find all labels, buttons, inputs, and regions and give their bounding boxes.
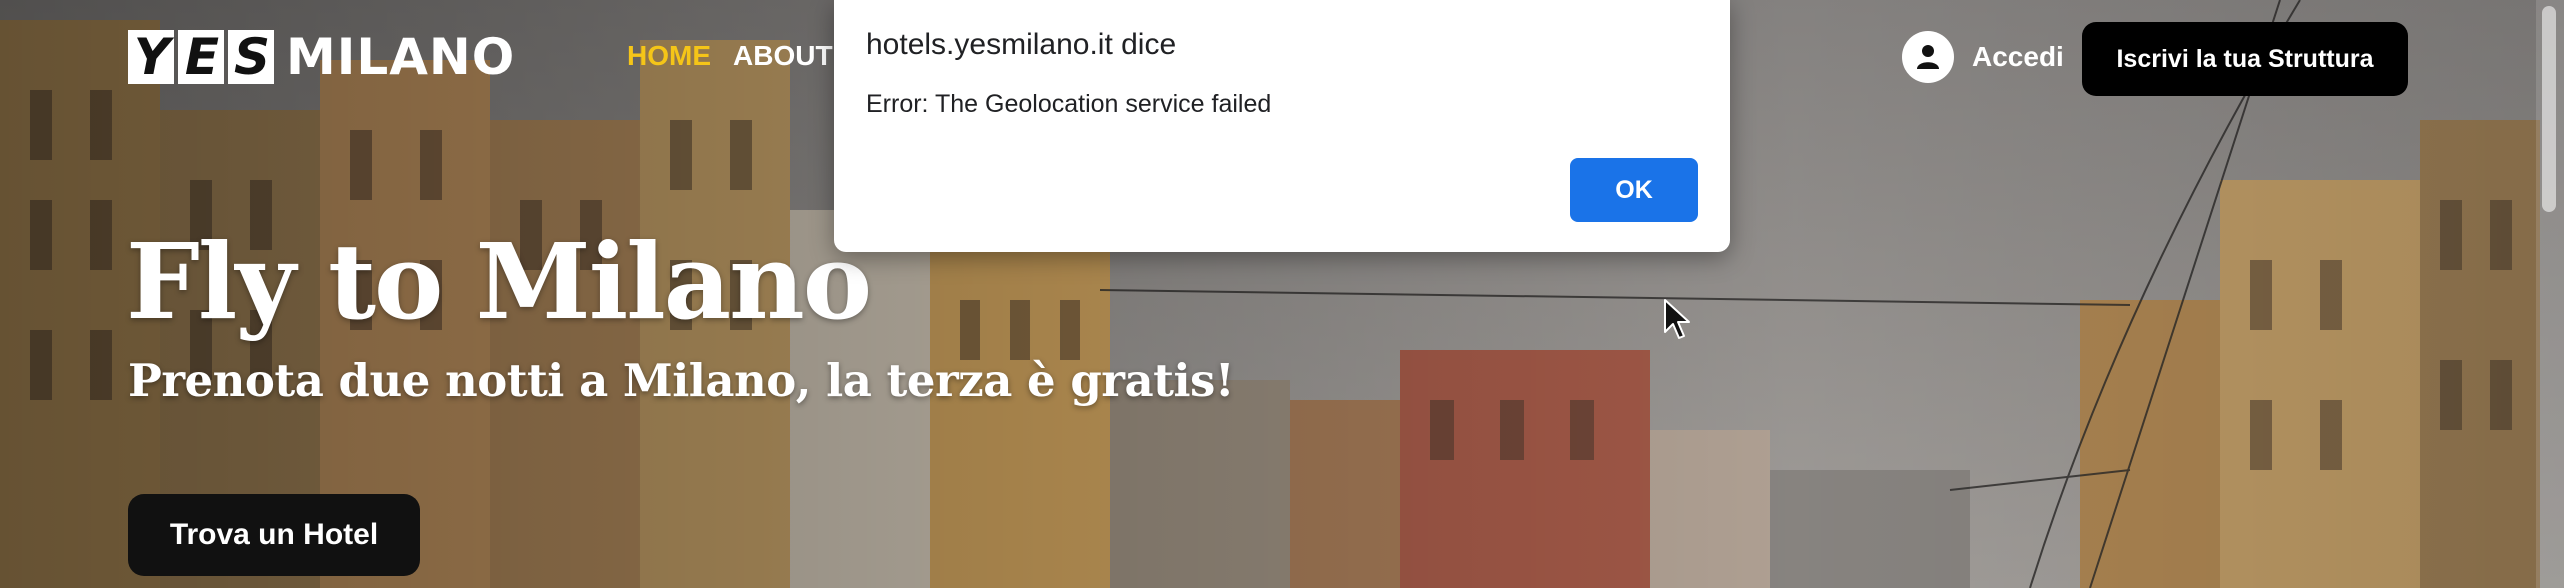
- main-nav: HOME ABOUT: [627, 40, 833, 72]
- scrollbar-thumb[interactable]: [2542, 6, 2556, 212]
- hero-subtitle: Prenota due notti a Milano, la terza è g…: [128, 354, 1235, 407]
- hero-title: Fly to Milano: [126, 220, 872, 343]
- alert-message: Error: The Geolocation service failed: [866, 90, 1272, 118]
- logo-text: MILANO: [286, 28, 516, 86]
- alert-origin: hotels.yesmilano.it dice: [866, 28, 1177, 61]
- page-scrollbar[interactable]: [2536, 0, 2564, 588]
- nav-about-link[interactable]: ABOUT: [733, 40, 833, 72]
- find-hotel-button[interactable]: Trova un Hotel: [128, 494, 420, 576]
- logo-letter-e: E: [178, 28, 224, 86]
- nav-home-link[interactable]: HOME: [627, 40, 711, 72]
- login-label: Accedi: [1972, 41, 2064, 72]
- alert-ok-button[interactable]: OK: [1570, 158, 1698, 222]
- page: Y E S MILANO HOME ABOUT Accedi Iscrivi l…: [0, 0, 2564, 588]
- mouse-pointer-icon: [1664, 299, 1690, 339]
- logo-letter-y: Y: [128, 28, 174, 86]
- register-property-button[interactable]: Iscrivi la tua Struttura: [2082, 22, 2408, 96]
- login-link[interactable]: Accedi: [1902, 31, 2064, 83]
- browser-alert-dialog: hotels.yesmilano.it dice Error: The Geol…: [834, 0, 1730, 252]
- logo-letter-s: S: [228, 28, 274, 86]
- yesmilano-logo[interactable]: Y E S MILANO: [128, 28, 515, 86]
- user-circle-icon: [1902, 31, 1954, 83]
